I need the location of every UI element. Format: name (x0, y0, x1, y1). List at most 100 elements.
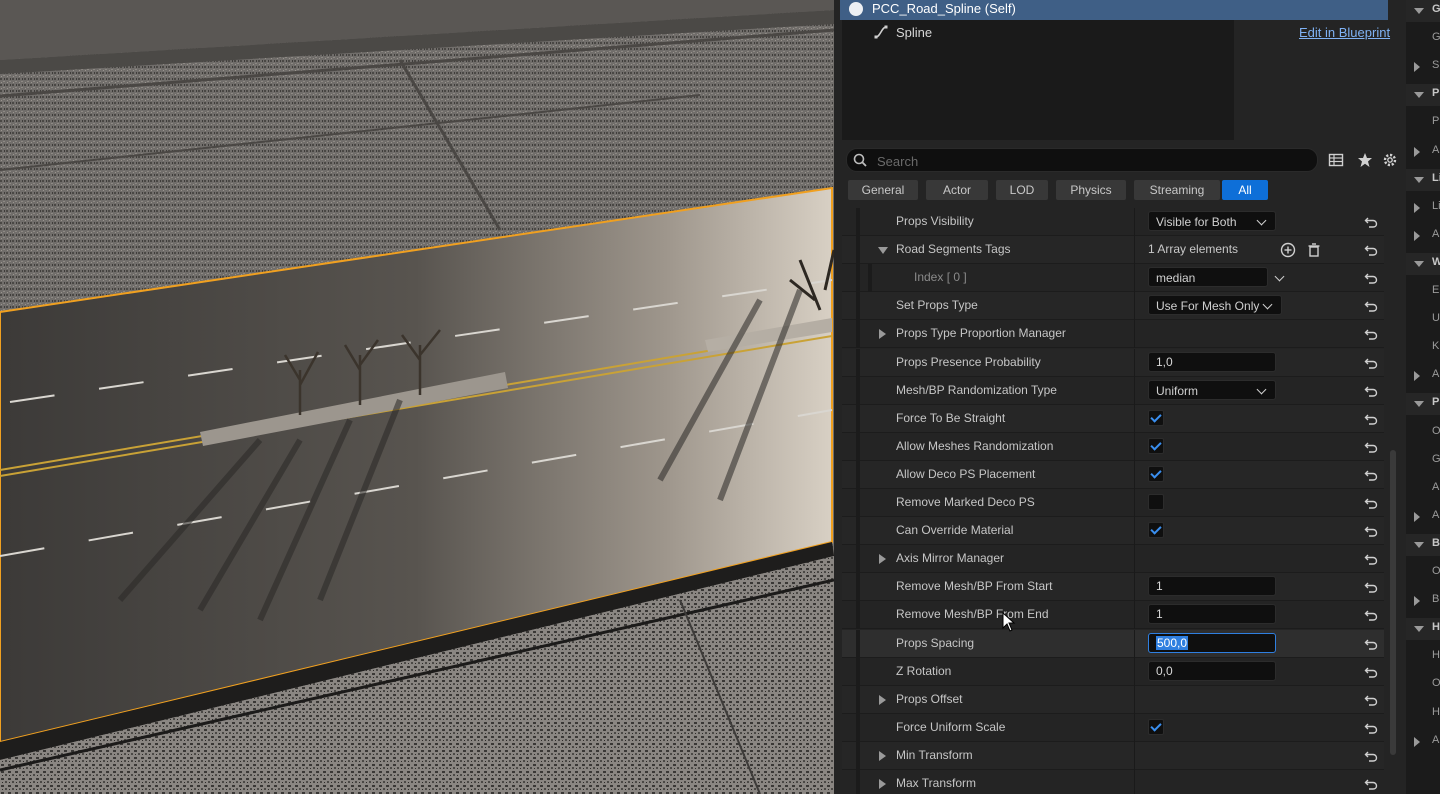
column-divider[interactable] (1134, 658, 1135, 686)
collapsed-arrow-icon[interactable] (879, 329, 886, 339)
edge-row-collapsed[interactable]: S (1406, 56, 1440, 78)
edge-row-item[interactable]: O (1406, 562, 1440, 584)
column-divider[interactable] (1134, 601, 1135, 629)
column-divider[interactable] (1134, 264, 1135, 292)
column-divider[interactable] (1134, 405, 1135, 433)
column-divider[interactable] (1134, 208, 1135, 236)
reset-to-default-icon[interactable] (1364, 412, 1378, 426)
component-spline-row[interactable]: Spline (874, 24, 932, 42)
edge-row-item[interactable]: O (1406, 674, 1440, 696)
tab-general[interactable]: General (848, 180, 918, 200)
property-number-input[interactable]: 1 (1148, 576, 1276, 596)
edge-row-header[interactable]: W (1406, 253, 1440, 275)
column-divider[interactable] (1134, 320, 1135, 348)
edge-row-item[interactable]: K (1406, 337, 1440, 359)
table-view-icon[interactable] (1328, 152, 1344, 168)
edge-row-item[interactable]: E (1406, 281, 1440, 303)
reset-to-default-icon[interactable] (1364, 468, 1378, 482)
column-divider[interactable] (1134, 545, 1135, 573)
delete-trash-icon[interactable] (1306, 242, 1322, 258)
property-checkbox[interactable] (1148, 522, 1164, 538)
edge-row-header[interactable]: Li (1406, 169, 1440, 191)
edge-row-header[interactable]: P (1406, 84, 1440, 106)
property-dropdown[interactable]: median (1148, 267, 1285, 287)
reset-to-default-icon[interactable] (1364, 243, 1378, 257)
tab-physics[interactable]: Physics (1056, 180, 1126, 200)
edge-row-header[interactable]: H (1406, 618, 1440, 640)
edge-row-item[interactable]: G (1406, 28, 1440, 50)
edge-row-header[interactable]: B (1406, 534, 1440, 556)
reset-to-default-icon[interactable] (1364, 552, 1378, 566)
column-divider[interactable] (1134, 742, 1135, 770)
edge-row-item[interactable]: O (1406, 422, 1440, 444)
edge-row-collapsed[interactable]: Li (1406, 197, 1440, 219)
component-self-row[interactable]: PCC_Road_Spline (Self) (840, 0, 1388, 20)
column-divider[interactable] (1134, 489, 1135, 517)
property-dropdown[interactable]: Uniform (1148, 380, 1276, 400)
edge-row-item[interactable]: H (1406, 703, 1440, 725)
expanded-arrow-icon[interactable] (878, 247, 888, 254)
edge-row-item[interactable]: G (1406, 450, 1440, 472)
property-number-input[interactable]: 1,0 (1148, 352, 1276, 372)
edge-row-header[interactable]: G (1406, 0, 1440, 22)
collapsed-arrow-icon[interactable] (879, 751, 886, 761)
column-divider[interactable] (1134, 686, 1135, 714)
property-checkbox[interactable] (1148, 410, 1164, 426)
tab-streaming[interactable]: Streaming (1134, 180, 1220, 200)
favorites-star-icon[interactable] (1357, 152, 1373, 168)
collapsed-arrow-icon[interactable] (879, 554, 886, 564)
details-scrollbar[interactable] (1390, 450, 1396, 755)
reset-to-default-icon[interactable] (1364, 580, 1378, 594)
settings-gear-icon[interactable] (1382, 152, 1398, 168)
reset-to-default-icon[interactable] (1364, 271, 1378, 285)
tab-actor[interactable]: Actor (926, 180, 988, 200)
reset-to-default-icon[interactable] (1364, 356, 1378, 370)
tab-lod[interactable]: LOD (996, 180, 1048, 200)
reset-to-default-icon[interactable] (1364, 299, 1378, 313)
tab-all[interactable]: All (1222, 180, 1268, 200)
reset-to-default-icon[interactable] (1364, 524, 1378, 538)
edge-row-item[interactable]: U (1406, 309, 1440, 331)
column-divider[interactable] (1134, 292, 1135, 320)
property-number-input[interactable]: 1 (1148, 604, 1276, 624)
property-checkbox[interactable] (1148, 438, 1164, 454)
reset-to-default-icon[interactable] (1364, 384, 1378, 398)
edge-row-item[interactable]: P (1406, 112, 1440, 134)
property-dropdown[interactable]: Use For Mesh Only (1148, 295, 1282, 315)
edge-row-item[interactable]: H (1406, 646, 1440, 668)
property-checkbox[interactable] (1148, 466, 1164, 482)
column-divider[interactable] (1134, 714, 1135, 742)
level-viewport[interactable] (0, 0, 834, 794)
column-divider[interactable] (1134, 517, 1135, 545)
reset-to-default-icon[interactable] (1364, 608, 1378, 622)
column-divider[interactable] (1134, 349, 1135, 377)
reset-to-default-icon[interactable] (1364, 665, 1378, 679)
edit-in-blueprint-link[interactable]: Edit in Blueprint (1299, 24, 1390, 42)
reset-to-default-icon[interactable] (1364, 215, 1378, 229)
search-input[interactable] (875, 151, 1299, 171)
column-divider[interactable] (1134, 573, 1135, 601)
edge-row-collapsed[interactable]: A (1406, 731, 1440, 753)
reset-to-default-icon[interactable] (1364, 693, 1378, 707)
reset-to-default-icon[interactable] (1364, 777, 1378, 791)
add-element-icon[interactable] (1280, 242, 1296, 258)
column-divider[interactable] (1134, 630, 1135, 658)
edge-row-item[interactable]: A (1406, 478, 1440, 500)
property-number-input[interactable]: 0,0 (1148, 661, 1276, 681)
collapsed-arrow-icon[interactable] (879, 779, 886, 789)
reset-to-default-icon[interactable] (1364, 496, 1378, 510)
column-divider[interactable] (1134, 461, 1135, 489)
column-divider[interactable] (1134, 433, 1135, 461)
edge-row-header[interactable]: P (1406, 393, 1440, 415)
edge-row-collapsed[interactable]: B (1406, 590, 1440, 612)
reset-to-default-icon[interactable] (1364, 327, 1378, 341)
edge-row-collapsed[interactable]: A (1406, 225, 1440, 247)
edge-row-collapsed[interactable]: A (1406, 141, 1440, 163)
collapsed-arrow-icon[interactable] (879, 695, 886, 705)
reset-to-default-icon[interactable] (1364, 749, 1378, 763)
column-divider[interactable] (1134, 377, 1135, 405)
property-number-input[interactable]: 500,0 (1148, 633, 1276, 653)
property-dropdown[interactable]: Visible for Both (1148, 211, 1276, 231)
property-checkbox[interactable] (1148, 719, 1164, 735)
search-box[interactable] (846, 148, 1318, 172)
